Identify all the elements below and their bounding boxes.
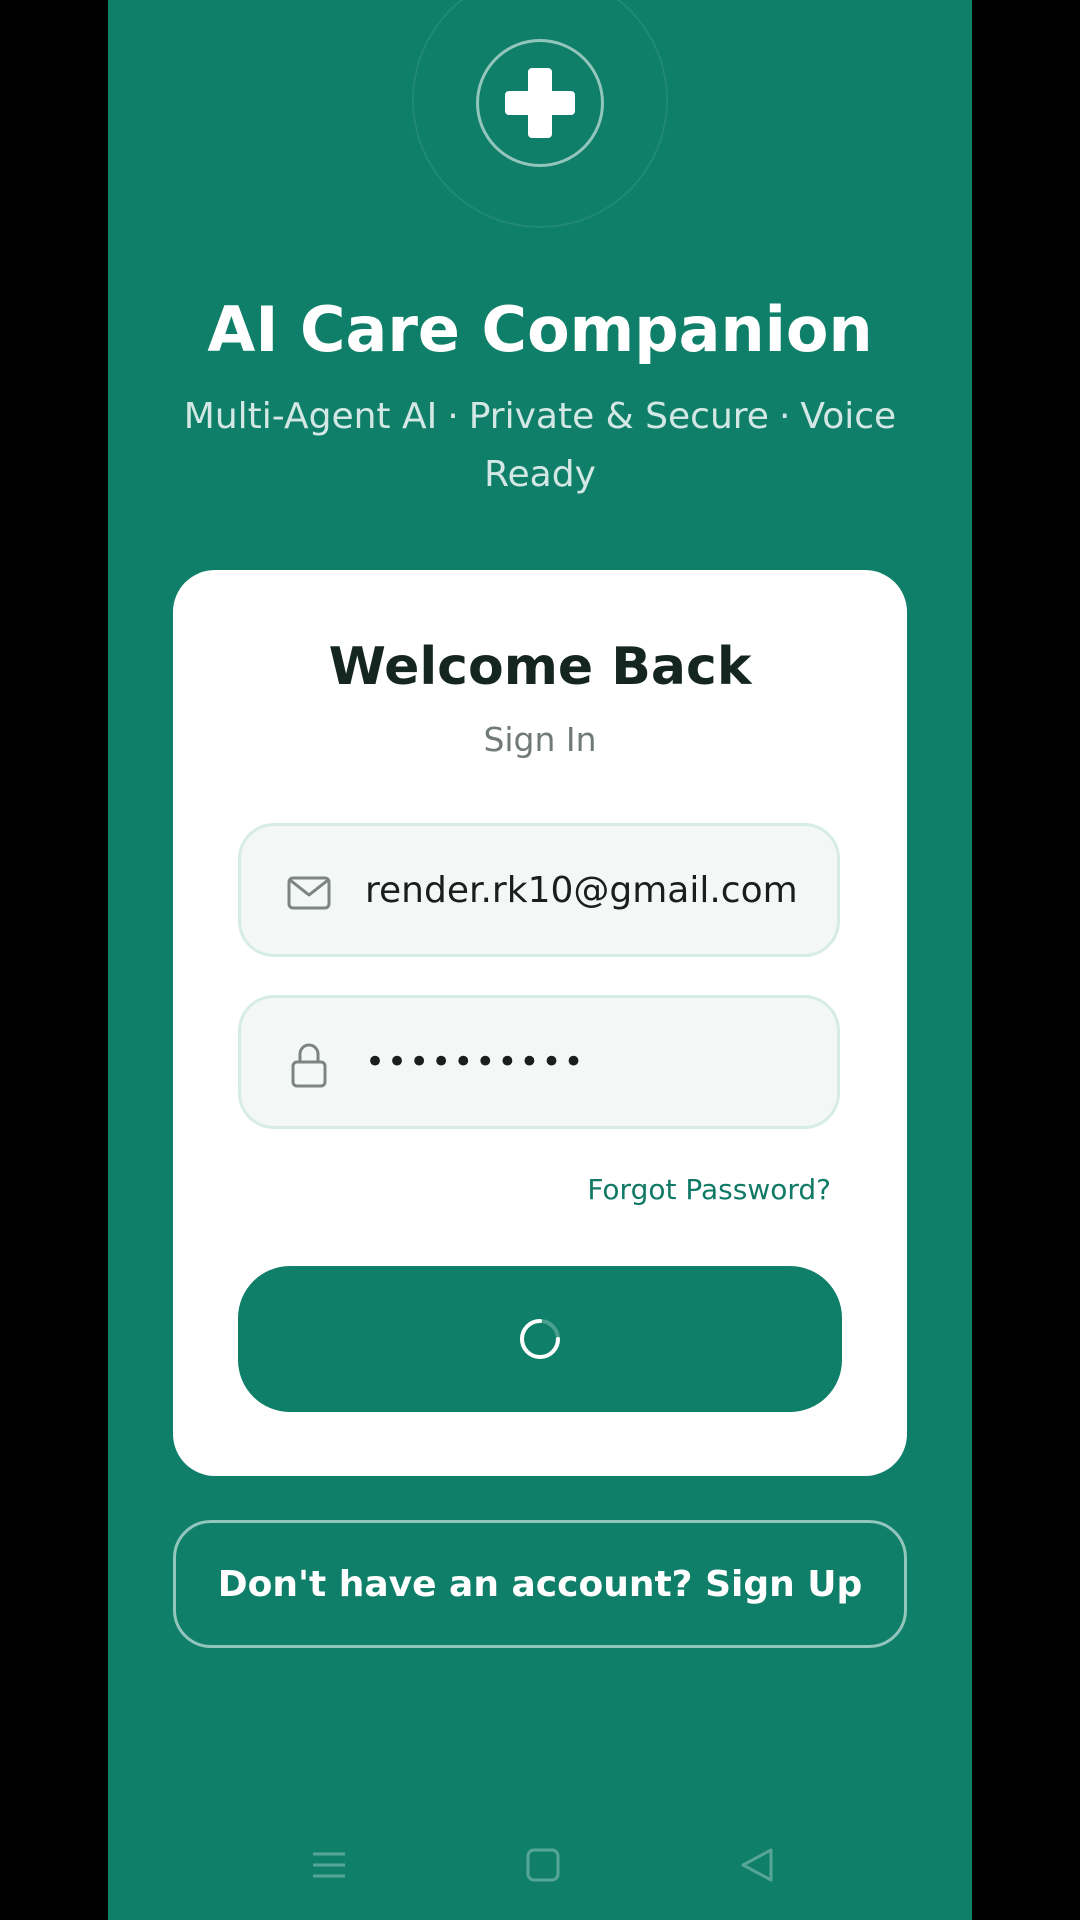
tagline-dot: · xyxy=(778,396,791,437)
lock-icon xyxy=(286,1042,332,1088)
menu-icon[interactable] xyxy=(304,1840,354,1890)
app-tagline: Multi-Agent AI · Private & Secure · Voice Re… xyxy=(158,388,922,504)
welcome-heading: Welcome Back xyxy=(328,637,752,697)
system-navigation-bar xyxy=(108,1820,972,1910)
email-input[interactable] xyxy=(365,826,825,954)
password-input[interactable] xyxy=(365,998,825,1126)
tagline-part-1: Multi-Agent AI xyxy=(183,396,438,437)
signin-button[interactable] xyxy=(238,1266,842,1412)
signin-subheading: Sign In xyxy=(483,720,597,759)
signin-card: Welcome Back Sign In Forgot Password? xyxy=(173,570,907,1476)
password-field[interactable] xyxy=(238,995,840,1129)
forgot-password-link[interactable]: Forgot Password? xyxy=(587,1170,831,1210)
back-triangle-icon[interactable] xyxy=(732,1840,782,1890)
home-square-icon[interactable] xyxy=(518,1840,568,1890)
app-title: AI Care Companion xyxy=(207,293,873,366)
signup-button[interactable]: Don't have an account? Sign Up xyxy=(173,1520,907,1648)
email-field[interactable] xyxy=(238,823,840,957)
medical-cross-icon xyxy=(505,68,575,138)
login-screen: AI Care Companion Multi-Agent AI · Private… xyxy=(108,0,972,1920)
logo-badge xyxy=(476,39,604,167)
tagline-part-2: Private & Secure xyxy=(468,396,769,437)
mail-icon xyxy=(286,870,332,916)
tagline-dot: · xyxy=(447,396,459,437)
loading-spinner-icon xyxy=(520,1319,560,1359)
